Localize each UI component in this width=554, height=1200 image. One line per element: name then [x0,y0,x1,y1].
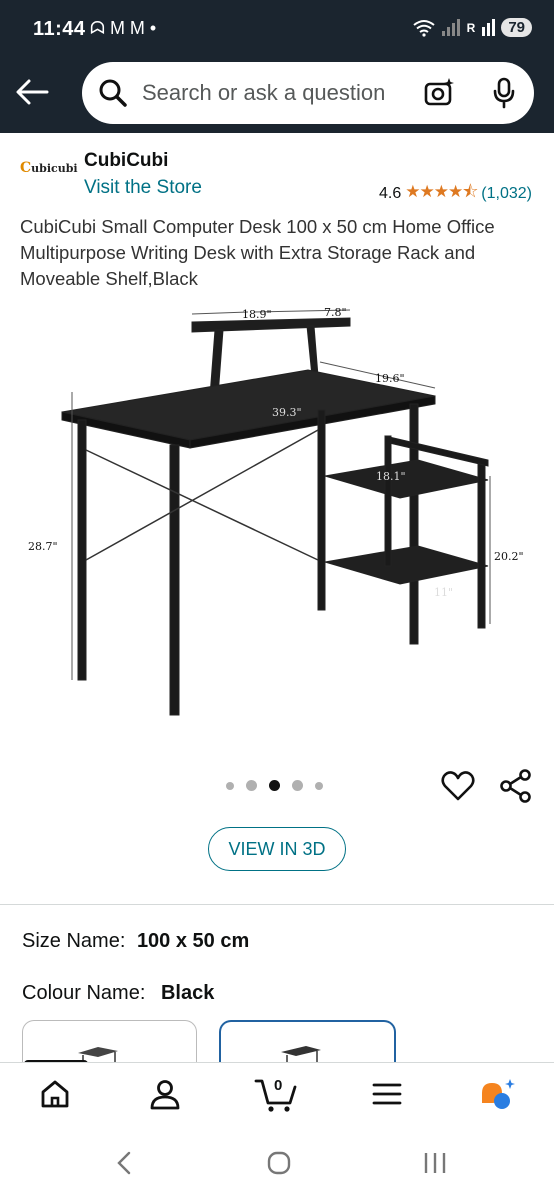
section-divider [0,904,554,905]
carousel-dot[interactable] [315,781,323,790]
app-header: 11:44 ᗣ M M • R 79 Search or ask a quest… [0,0,554,133]
rating-value: 4.6 [378,184,402,202]
signal-icon-2 [482,18,496,36]
rating-count[interactable]: (1,032) [481,185,532,203]
search-bar[interactable]: Search or ask a question [82,62,534,124]
dim-rack-depth: 11" [434,586,453,599]
share-icon[interactable] [498,768,534,804]
image-carousel-dots[interactable] [226,780,323,791]
carousel-dot[interactable] [246,780,257,791]
roaming-indicator: R [466,20,476,35]
dim-height: 28.7" [28,540,58,553]
search-input[interactable]: Search or ask a question [142,80,385,106]
system-nav-bar [0,1130,554,1200]
status-right: R 79 [413,18,532,37]
bottom-nav [0,1062,554,1131]
account-icon[interactable] [148,1077,182,1111]
dim-rack-height: 20.2" [494,550,524,563]
carousel-dot-active[interactable] [269,780,280,791]
carousel-dot[interactable] [292,780,303,791]
wifi-icon [413,19,435,37]
dim-desk-depth: 19.6" [375,372,405,385]
colour-value: Black [160,982,215,1004]
carousel-dot[interactable] [226,781,234,790]
signal-icon [441,18,460,36]
microphone-icon[interactable] [490,76,518,110]
size-row: Size Name: 100 x 50 cm [22,930,249,953]
status-bar: 11:44 ᗣ M M • R 79 [0,0,554,58]
search-icon [99,79,127,107]
brand-logo[interactable]: Cubicubi [20,160,78,190]
dim-shelf-depth: 7.8" [324,306,347,319]
system-recents-icon[interactable] [422,1150,448,1176]
home-icon[interactable] [38,1077,72,1111]
rufus-icon[interactable] [478,1077,518,1113]
system-home-icon[interactable] [266,1150,292,1176]
heart-icon[interactable] [440,768,476,804]
product-image[interactable]: 18.9" 7.8" 19.6" 39.3" 28.7" 18.1" 20.2"… [20,300,534,730]
size-value: 100 x 50 cm [136,930,250,952]
colour-label: Colour Name: [22,982,146,1004]
system-back-icon[interactable] [114,1150,134,1176]
rating-summary[interactable]: 4.6 ★★★★⯪ (1,032) [379,179,532,208]
dim-rack-width: 18.1" [376,470,406,483]
status-time: 11:44 [33,18,86,40]
cart-count: 0 [274,1077,283,1094]
battery-indicator: 79 [501,18,532,37]
dim-desk-width: 39.3" [272,406,302,419]
star-rating-icon: ★★★★⯪ [405,182,478,201]
view-in-3d-button[interactable]: VIEW IN 3D [208,827,346,871]
visit-store-link[interactable]: Visit the Store [84,177,202,199]
size-label: Size Name: [22,930,126,952]
product-title: CubiCubi Small Computer Desk 100 x 50 cm… [20,216,495,289]
notification-icons: ᗣ M M • [90,18,157,38]
back-arrow-icon[interactable] [14,76,50,108]
colour-row: Colour Name: Black [22,982,214,1005]
dim-shelf-width: 18.9" [242,308,272,321]
camera-search-icon[interactable] [422,76,456,110]
brand-name: CubiCubi [84,150,169,171]
menu-icon[interactable] [370,1077,404,1111]
